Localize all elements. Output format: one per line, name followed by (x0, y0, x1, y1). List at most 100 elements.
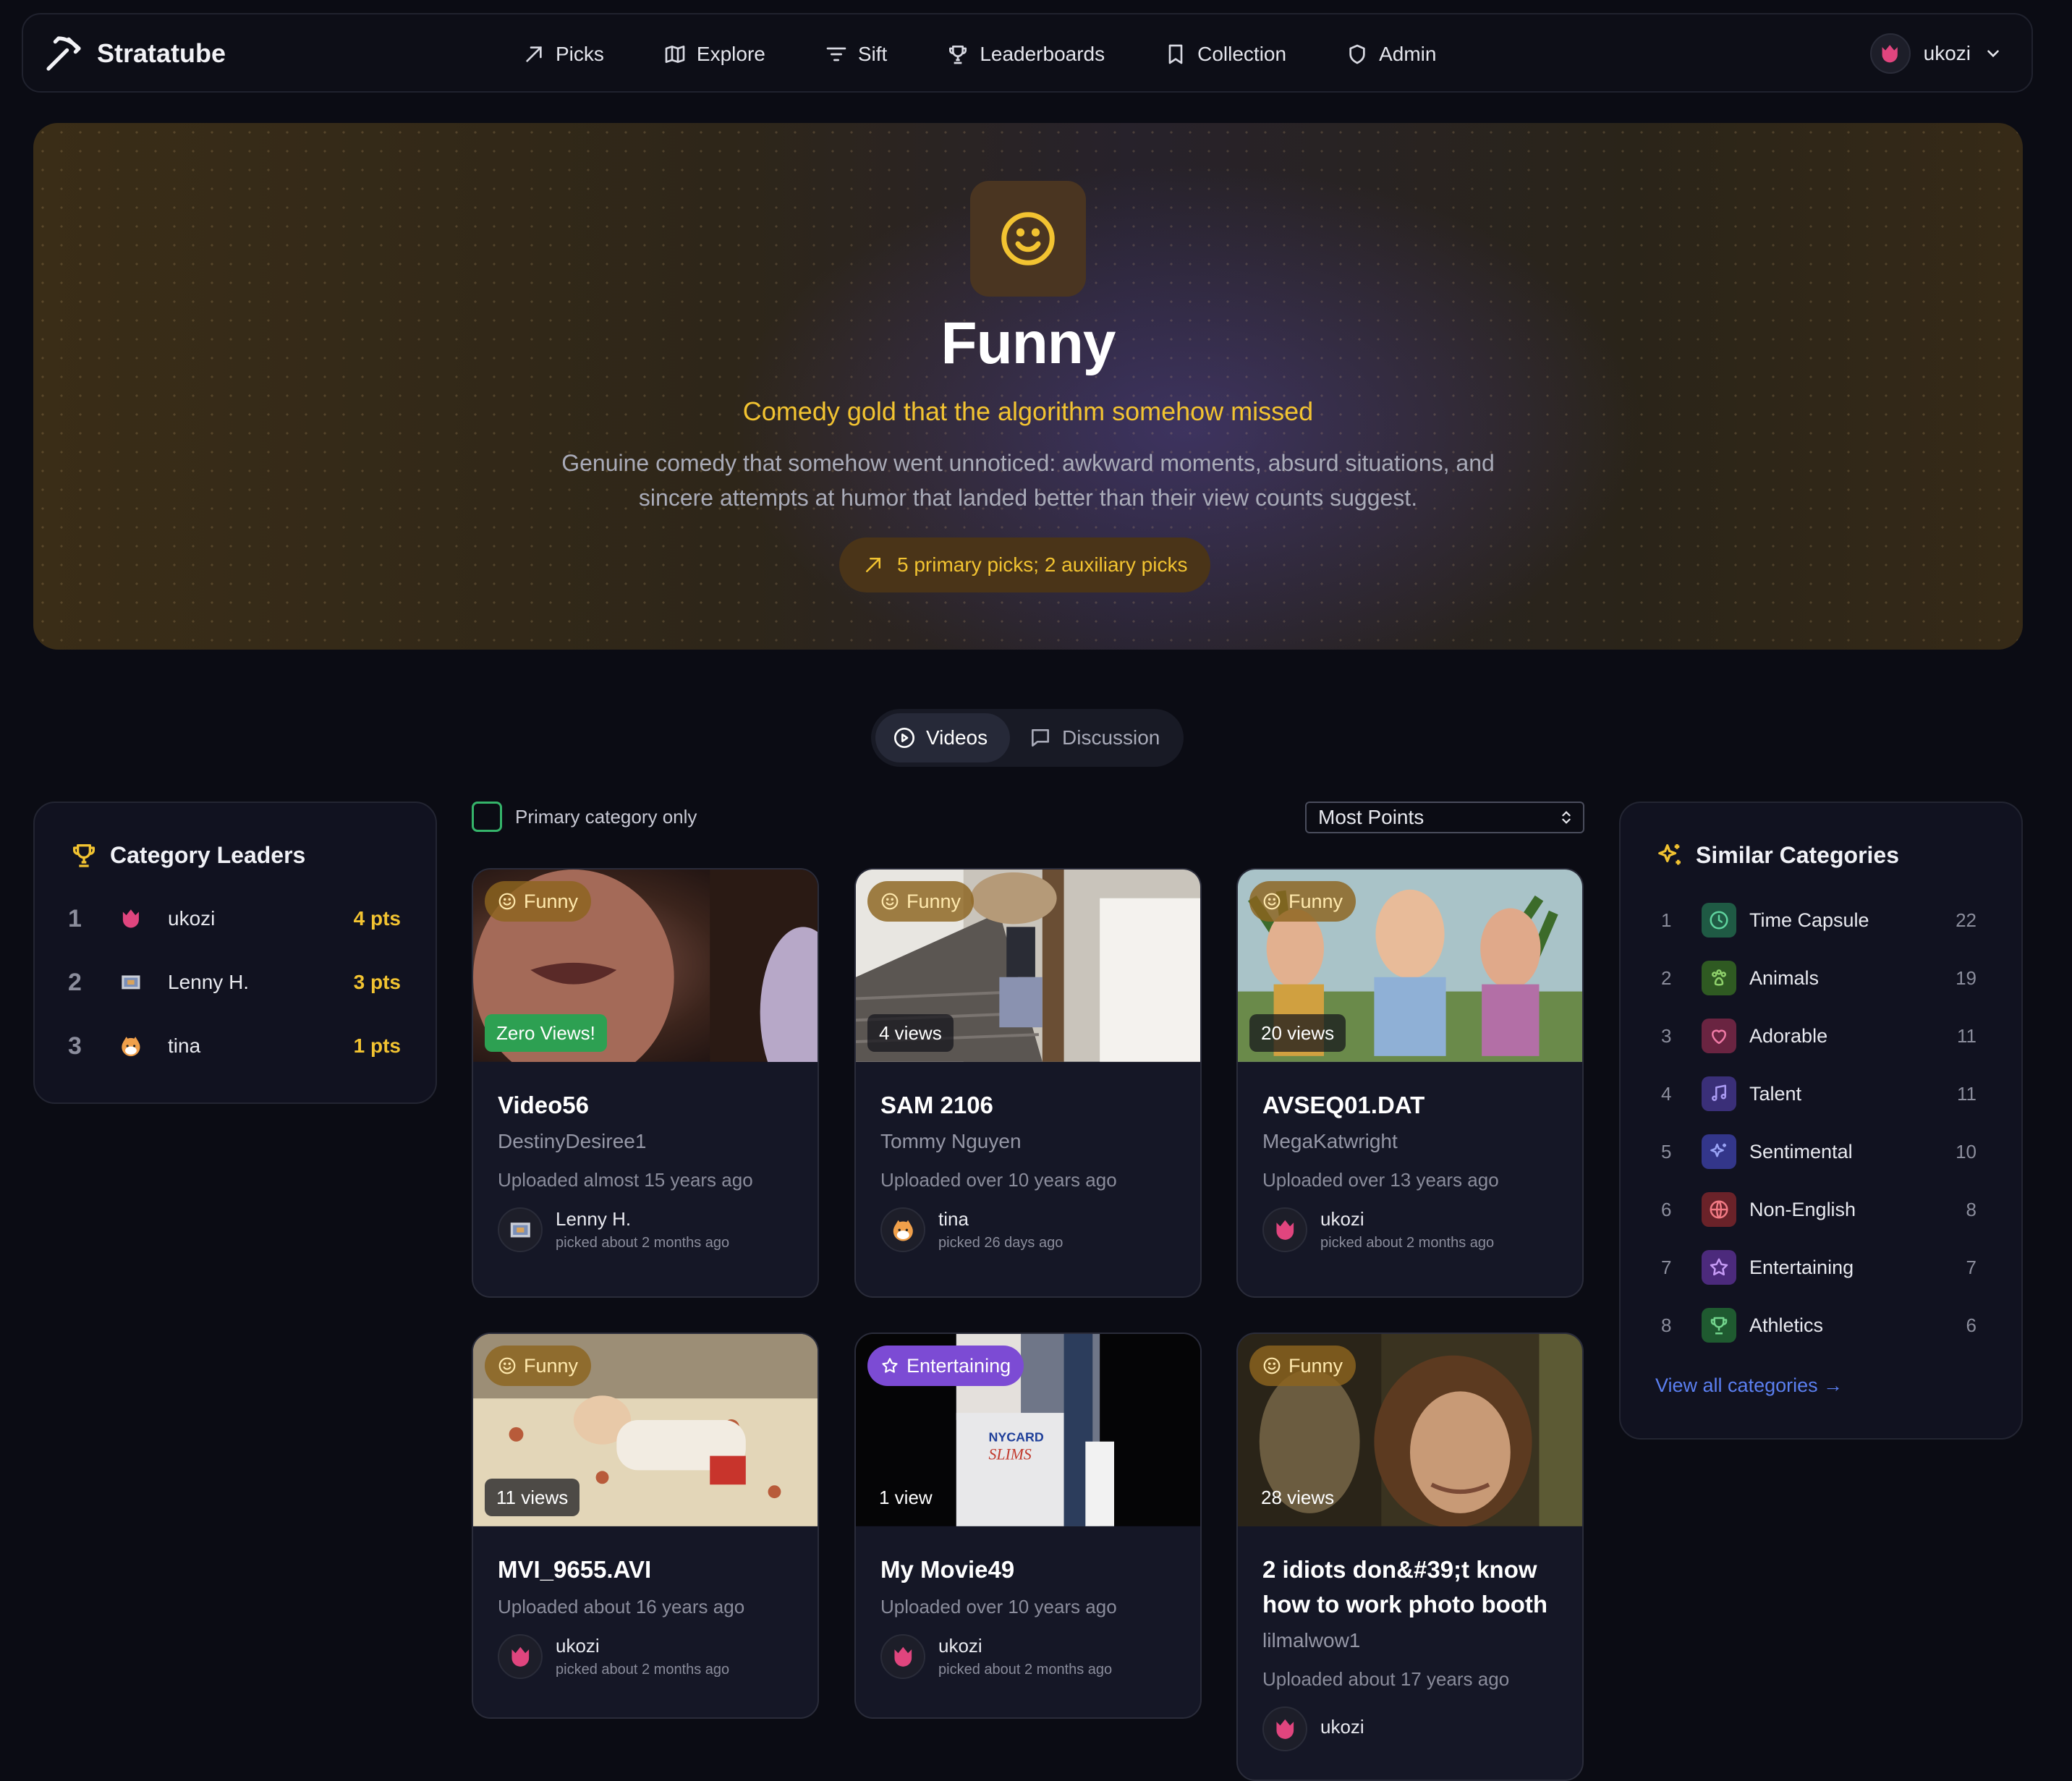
nav-link-collection[interactable]: Collection (1164, 43, 1286, 66)
upload-date: Uploaded over 13 years ago (1262, 1169, 1499, 1191)
leader-name: ukozi (168, 907, 216, 930)
category-pill[interactable]: Funny (485, 1346, 592, 1386)
map-icon (663, 43, 687, 66)
video-card[interactable]: NYCARD SLIMS Entertaining 1 view My Movi… (854, 1332, 1202, 1719)
nav-link-admin[interactable]: Admin (1346, 43, 1436, 66)
sort-select[interactable]: Most Points (1305, 802, 1584, 833)
video-title[interactable]: 2 idiots don&#39;t know how to work phot… (1262, 1552, 1558, 1622)
channel-name[interactable]: lilmalwow1 (1262, 1629, 1558, 1652)
category-label: Funny (906, 890, 961, 912)
video-title[interactable]: AVSEQ01.DAT (1262, 1088, 1558, 1123)
video-thumbnail[interactable]: Funny 28 views (1238, 1334, 1582, 1528)
picks-summary-text: 5 primary picks; 2 auxiliary picks (897, 553, 1188, 576)
similar-category-talent[interactable]: 4 Talent 11 (1661, 1074, 1977, 1114)
picker-info[interactable]: ukozi (1262, 1706, 1558, 1751)
similar-category-athletics[interactable]: 8 Athletics 6 (1661, 1305, 1977, 1346)
panel-title: Similar Categories (1655, 841, 1899, 870)
leader-rank: 3 (68, 1032, 82, 1060)
video-card[interactable]: Funny 28 views 2 idiots don&#39;t know h… (1236, 1332, 1584, 1781)
leader-name: tina (168, 1034, 201, 1057)
view-count-badge: 20 views (1249, 1014, 1346, 1052)
app-logo[interactable]: Stratatube (43, 33, 226, 74)
leader-name: Lenny H. (168, 971, 250, 993)
similar-category-sentimental[interactable]: 5 Sentimental 10 (1661, 1131, 1977, 1172)
video-card[interactable]: Funny 20 views AVSEQ01.DAT MegaKatwright… (1236, 868, 1584, 1298)
picker-info[interactable]: ukozi picked about 2 months ago (1262, 1207, 1558, 1252)
tab-videos[interactable]: Videos (875, 713, 1010, 762)
channel-name[interactable]: MegaKatwright (1262, 1130, 1558, 1153)
avatar (498, 1207, 543, 1252)
nav-link-explore[interactable]: Explore (663, 43, 765, 66)
leader-row[interactable]: 1 ukozi 4 pts (68, 897, 401, 940)
category-icon-badge (1702, 1308, 1736, 1343)
category-pill[interactable]: Funny (485, 881, 592, 922)
picked-time: picked about 2 months ago (556, 1235, 730, 1251)
nav-link-picks[interactable]: Picks (522, 43, 604, 66)
video-card[interactable]: Funny 11 views MVI_9655.AVI Uploaded abo… (472, 1332, 819, 1719)
picker-info[interactable]: Lenny H. picked about 2 months ago (498, 1207, 793, 1252)
similar-category-animals[interactable]: 2 Animals 19 (1661, 958, 1977, 998)
picker-info[interactable]: tina picked 26 days ago (880, 1207, 1176, 1252)
video-thumbnail[interactable]: Funny Zero Views! (473, 870, 818, 1063)
pickaxe-icon (43, 33, 84, 74)
smile-icon (1262, 1356, 1281, 1375)
music-icon (1708, 1083, 1730, 1105)
view-all-categories-link[interactable]: View all categories → (1655, 1374, 1843, 1397)
tab-discussion[interactable]: Discussion (1020, 713, 1160, 762)
similar-rank: 2 (1661, 966, 1672, 989)
video-thumbnail[interactable]: Funny 20 views (1238, 870, 1582, 1063)
app-name: Stratatube (97, 38, 226, 68)
similar-category-adorable[interactable]: 3 Adorable 11 (1661, 1016, 1977, 1056)
similar-category-entertaining[interactable]: 7 Entertaining 7 (1661, 1247, 1977, 1288)
category-pill[interactable]: Entertaining (867, 1346, 1024, 1386)
similar-name: Non-English (1749, 1198, 1856, 1220)
channel-name[interactable]: DestinyDesiree1 (498, 1130, 793, 1153)
channel-name[interactable]: Tommy Nguyen (880, 1130, 1176, 1153)
video-thumbnail[interactable]: NYCARD SLIMS Entertaining 1 view (856, 1334, 1200, 1528)
leader-row[interactable]: 3 tina 1 pts (68, 1024, 401, 1068)
avatar (880, 1634, 925, 1679)
user-menu[interactable]: ukozi (1869, 33, 2003, 74)
video-title[interactable]: SAM 2106 (880, 1088, 1176, 1123)
svg-text:NYCARD: NYCARD (988, 1430, 1043, 1445)
category-pill[interactable]: Funny (1249, 881, 1356, 922)
video-title[interactable]: My Movie49 (880, 1552, 1176, 1587)
similar-rank: 1 (1661, 909, 1672, 931)
primary-category-checkbox[interactable]: Primary category only (472, 802, 697, 832)
similar-categories-panel: Similar Categories 1 Time Capsule 22 2 A… (1619, 802, 2023, 1440)
avatar (1262, 1207, 1307, 1252)
category-pill[interactable]: Funny (1249, 1346, 1356, 1386)
category-pill[interactable]: Funny (867, 881, 975, 922)
similar-name: Entertaining (1749, 1256, 1854, 1278)
nav-link-leaderboards[interactable]: Leaderboards (946, 43, 1105, 66)
avatar (1869, 33, 1911, 74)
nav-link-sift[interactable]: Sift (825, 43, 887, 66)
checkbox-box[interactable] (472, 802, 502, 832)
video-card[interactable]: Funny Zero Views! Video56 DestinyDesiree… (472, 868, 819, 1298)
category-label: Entertaining (906, 1354, 1011, 1377)
picker-info[interactable]: ukozi picked about 2 months ago (498, 1634, 793, 1679)
view-count-badge: 1 view (879, 1486, 933, 1508)
video-title[interactable]: Video56 (498, 1088, 793, 1123)
video-card[interactable]: Funny 4 views SAM 2106 Tommy Nguyen Uplo… (854, 868, 1202, 1298)
sparkles-icon (1655, 841, 1684, 870)
picker-info[interactable]: ukozi picked about 2 months ago (880, 1634, 1176, 1679)
similar-rank: 3 (1661, 1024, 1672, 1047)
tab-label: Discussion (1062, 726, 1160, 749)
panel-title: Category Leaders (69, 841, 305, 870)
similar-name: Talent (1749, 1082, 1802, 1105)
similar-category-time-capsule[interactable]: 1 Time Capsule 22 (1661, 900, 1977, 940)
category-icon-badge (1702, 1019, 1736, 1053)
category-icon-badge (1702, 1250, 1736, 1285)
video-title[interactable]: MVI_9655.AVI (498, 1552, 793, 1587)
arrow-up-right-icon (522, 43, 545, 66)
similar-category-non-english[interactable]: 6 Non-English 8 (1661, 1189, 1977, 1230)
shield-icon (1346, 43, 1369, 66)
video-thumbnail[interactable]: Funny 11 views (473, 1334, 818, 1528)
picker-name: tina (938, 1208, 969, 1230)
leader-row[interactable]: 2 Lenny H. 3 pts (68, 961, 401, 1004)
video-thumbnail[interactable]: Funny 4 views (856, 870, 1200, 1063)
category-label: Funny (524, 1354, 579, 1377)
picked-time: picked about 2 months ago (556, 1662, 730, 1678)
nav-link-label: Explore (696, 43, 765, 65)
